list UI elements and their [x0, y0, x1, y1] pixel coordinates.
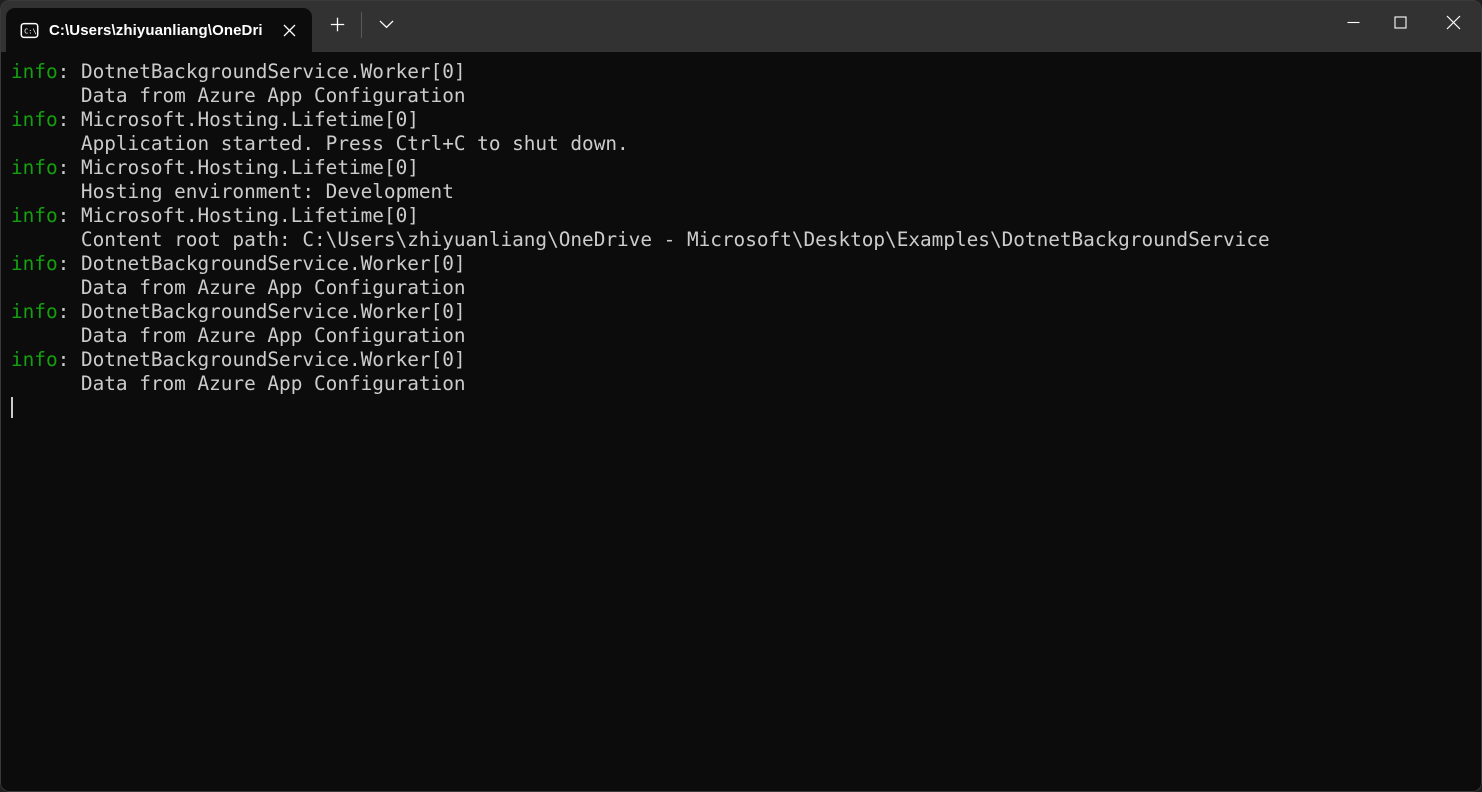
terminal-line: Application started. Press Ctrl+C to shu…	[11, 132, 1482, 156]
log-level-separator: :	[58, 108, 81, 131]
terminal-line: Data from Azure App Configuration	[11, 372, 1482, 396]
log-level-separator: :	[58, 252, 81, 275]
minimize-button[interactable]	[1330, 0, 1377, 44]
log-level-separator: :	[58, 204, 81, 227]
log-level-separator: :	[58, 300, 81, 323]
terminal-line: info: Microsoft.Hosting.Lifetime[0]	[11, 108, 1482, 132]
terminal-line: Content root path: C:\Users\zhiyuanliang…	[11, 228, 1482, 252]
log-level-label: info	[11, 252, 58, 275]
log-level-label: info	[11, 204, 58, 227]
terminal-line: Hosting environment: Development	[11, 180, 1482, 204]
svg-text:C:\: C:\	[24, 27, 37, 35]
tab-title: C:\Users\zhiyuanliang\OneDri	[49, 22, 264, 39]
log-message: Hosting environment: Development	[11, 180, 454, 203]
log-message: DotnetBackgroundService.Worker[0]	[81, 300, 466, 323]
terminal-line: Data from Azure App Configuration	[11, 276, 1482, 300]
tab-strip: C:\ C:\Users\zhiyuanliang\OneDri	[0, 0, 312, 52]
terminal-line: info: DotnetBackgroundService.Worker[0]	[11, 300, 1482, 324]
log-level-separator: :	[58, 348, 81, 371]
log-level-separator: :	[58, 156, 81, 179]
log-level-label: info	[11, 60, 58, 83]
terminal-window: C:\ C:\Users\zhiyuanliang\OneDri	[0, 0, 1482, 792]
log-message: Data from Azure App Configuration	[11, 276, 466, 299]
toolbar-divider	[361, 12, 362, 38]
terminal-line: Data from Azure App Configuration	[11, 84, 1482, 108]
log-message: Data from Azure App Configuration	[11, 84, 466, 107]
log-message: Data from Azure App Configuration	[11, 372, 466, 395]
terminal-line: info: DotnetBackgroundService.Worker[0]	[11, 252, 1482, 276]
log-message: DotnetBackgroundService.Worker[0]	[81, 252, 466, 275]
log-message: DotnetBackgroundService.Worker[0]	[81, 60, 466, 83]
log-level-label: info	[11, 156, 58, 179]
window-controls	[1330, 0, 1482, 52]
terminal-line: Data from Azure App Configuration	[11, 324, 1482, 348]
log-message: Microsoft.Hosting.Lifetime[0]	[81, 204, 419, 227]
log-message: Application started. Press Ctrl+C to shu…	[11, 132, 629, 155]
log-message: DotnetBackgroundService.Worker[0]	[81, 348, 466, 371]
log-message: Microsoft.Hosting.Lifetime[0]	[81, 156, 419, 179]
chevron-down-icon[interactable]	[367, 7, 405, 43]
command-prompt-icon: C:\	[20, 21, 39, 40]
tab-active[interactable]: C:\ C:\Users\zhiyuanliang\OneDri	[6, 8, 312, 52]
window-close-button[interactable]	[1424, 0, 1482, 44]
terminal-cursor-line	[11, 396, 1482, 420]
log-level-label: info	[11, 348, 58, 371]
maximize-button[interactable]	[1377, 0, 1424, 44]
terminal-line: info: DotnetBackgroundService.Worker[0]	[11, 60, 1482, 84]
new-tab-icon[interactable]	[318, 7, 356, 43]
log-level-separator: :	[58, 60, 81, 83]
terminal-line: info: Microsoft.Hosting.Lifetime[0]	[11, 204, 1482, 228]
log-message: Content root path: C:\Users\zhiyuanliang…	[11, 228, 1270, 251]
tab-tools	[318, 0, 405, 52]
close-icon[interactable]	[274, 15, 304, 45]
log-message: Microsoft.Hosting.Lifetime[0]	[81, 108, 419, 131]
terminal-output-pane[interactable]: info: DotnetBackgroundService.Worker[0] …	[0, 52, 1482, 792]
terminal-buffer: info: DotnetBackgroundService.Worker[0] …	[11, 60, 1482, 420]
log-level-label: info	[11, 300, 58, 323]
log-level-label: info	[11, 108, 58, 131]
log-message: Data from Azure App Configuration	[11, 324, 466, 347]
window-drag-region	[405, 0, 1330, 52]
terminal-line: info: Microsoft.Hosting.Lifetime[0]	[11, 156, 1482, 180]
terminal-line: info: DotnetBackgroundService.Worker[0]	[11, 348, 1482, 372]
text-cursor	[11, 397, 13, 418]
title-bar: C:\ C:\Users\zhiyuanliang\OneDri	[0, 0, 1482, 52]
